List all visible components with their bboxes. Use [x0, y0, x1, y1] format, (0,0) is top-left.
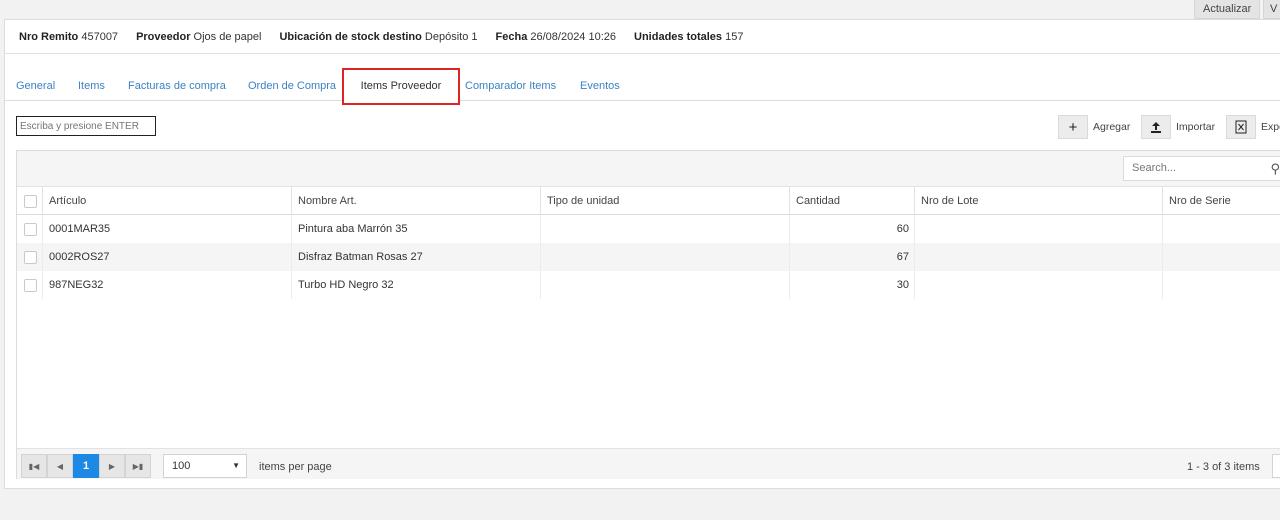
grid-search-placeholder: Search...: [1132, 162, 1177, 174]
page-size-select[interactable]: 100 ▼: [163, 454, 247, 478]
item-search-input[interactable]: [16, 116, 156, 136]
items-grid: Search... ⚲ Artículo Nombre Art. Tipo de…: [16, 150, 1280, 479]
plus-icon: +: [1058, 115, 1088, 139]
add-label: Agregar: [1093, 121, 1131, 133]
tab-items[interactable]: Items: [78, 68, 105, 101]
tab-items-proveedor[interactable]: Items Proveedor: [342, 68, 460, 105]
page-button-current[interactable]: 1: [73, 454, 99, 478]
info-nro-remito: Nro Remito 457007: [19, 30, 119, 43]
table-row[interactable]: 0002ROS27 Disfraz Batman Rosas 27 67: [17, 243, 1280, 271]
upload-icon: [1141, 115, 1171, 139]
cell-tipo: [540, 243, 790, 271]
remito-info-bar: Nro Remito 457007 Proveedor Ojos de pape…: [5, 20, 1280, 54]
cell-tipo: [540, 271, 790, 299]
update-button[interactable]: Actualizar: [1194, 0, 1261, 19]
import-label: Importar: [1176, 121, 1216, 133]
cell-tipo: [540, 215, 790, 243]
tab-comparador-items[interactable]: Comparador Items: [465, 68, 556, 101]
add-button[interactable]: + Agregar: [1058, 115, 1130, 139]
info-unidades: Unidades totales 157: [634, 30, 744, 43]
next-action-button[interactable]: V: [1263, 0, 1280, 19]
next-page-button[interactable]: ▶: [99, 454, 125, 478]
tab-facturas-de-compra[interactable]: Facturas de compra: [128, 68, 226, 101]
tab-bar: General Items Facturas de compra Orden d…: [5, 68, 1280, 105]
col-cantidad[interactable]: Cantidad: [789, 187, 915, 215]
pager-info: 1 - 3 of 3 items: [1187, 461, 1260, 473]
grid-header: Artículo Nombre Art. Tipo de unidad Cant…: [17, 187, 1280, 215]
cell-lote: [914, 271, 1163, 299]
cell-articulo: 987NEG32: [42, 271, 292, 299]
col-nro-de-lote[interactable]: Nro de Lote: [914, 187, 1163, 215]
col-articulo[interactable]: Artículo: [42, 187, 292, 215]
cell-cantidad: 30: [789, 271, 915, 299]
cell-serie: [1162, 271, 1280, 299]
col-nro-de-serie[interactable]: Nro de Serie: [1162, 187, 1280, 215]
grid-toolbar: Search... ⚲: [17, 151, 1280, 187]
col-nombre-art[interactable]: Nombre Art.: [291, 187, 540, 215]
items-per-page-label: items per page: [259, 461, 332, 473]
cell-nombre: Pintura aba Marrón 35: [291, 215, 540, 243]
tab-eventos[interactable]: Eventos: [580, 68, 620, 101]
import-button[interactable]: Importar: [1141, 115, 1215, 139]
refresh-icon[interactable]: ↻: [1272, 454, 1280, 478]
page-size-value: 100: [172, 460, 191, 472]
export-button[interactable]: Expo: [1226, 115, 1280, 139]
cell-serie: [1162, 243, 1280, 271]
cell-articulo: 0001MAR35: [42, 215, 292, 243]
select-all-checkbox[interactable]: [24, 195, 37, 208]
info-proveedor: Proveedor Ojos de papel: [136, 30, 262, 43]
cell-articulo: 0002ROS27: [42, 243, 292, 271]
cell-nombre: Turbo HD Negro 32: [291, 271, 540, 299]
cell-cantidad: 60: [789, 215, 915, 243]
excel-icon: [1226, 115, 1256, 139]
first-page-button[interactable]: ▮◀: [21, 454, 47, 478]
row-checkbox[interactable]: [24, 251, 37, 264]
col-tipo-de-unidad[interactable]: Tipo de unidad: [540, 187, 790, 215]
tab-orden-de-compra[interactable]: Orden de Compra: [248, 68, 336, 101]
pager: ▮◀ ◀ 1 ▶ ▶▮ 100 ▼ items per page 1 - 3 o…: [17, 448, 1280, 479]
cell-nombre: Disfraz Batman Rosas 27: [291, 243, 540, 271]
prev-page-button[interactable]: ◀: [47, 454, 73, 478]
grid-search-input[interactable]: Search... ⚲: [1123, 156, 1280, 181]
last-page-button[interactable]: ▶▮: [125, 454, 151, 478]
info-fecha: Fecha 26/08/2024 10:26: [495, 30, 617, 43]
export-label: Expo: [1261, 121, 1280, 133]
cell-lote: [914, 215, 1163, 243]
search-icon: ⚲: [1270, 161, 1280, 176]
cell-lote: [914, 243, 1163, 271]
cell-cantidad: 67: [789, 243, 915, 271]
row-checkbox[interactable]: [24, 279, 37, 292]
dropdown-arrow-icon: ▼: [232, 461, 240, 470]
row-checkbox[interactable]: [24, 223, 37, 236]
table-row[interactable]: 987NEG32 Turbo HD Negro 32 30: [17, 271, 1280, 299]
info-ubicacion: Ubicación de stock destino Depósito 1: [279, 30, 478, 43]
table-row[interactable]: 0001MAR35 Pintura aba Marrón 35 60: [17, 215, 1280, 243]
tab-general[interactable]: General: [16, 68, 55, 101]
cell-serie: [1162, 215, 1280, 243]
remito-panel: Nro Remito 457007 Proveedor Ojos de pape…: [4, 19, 1280, 489]
